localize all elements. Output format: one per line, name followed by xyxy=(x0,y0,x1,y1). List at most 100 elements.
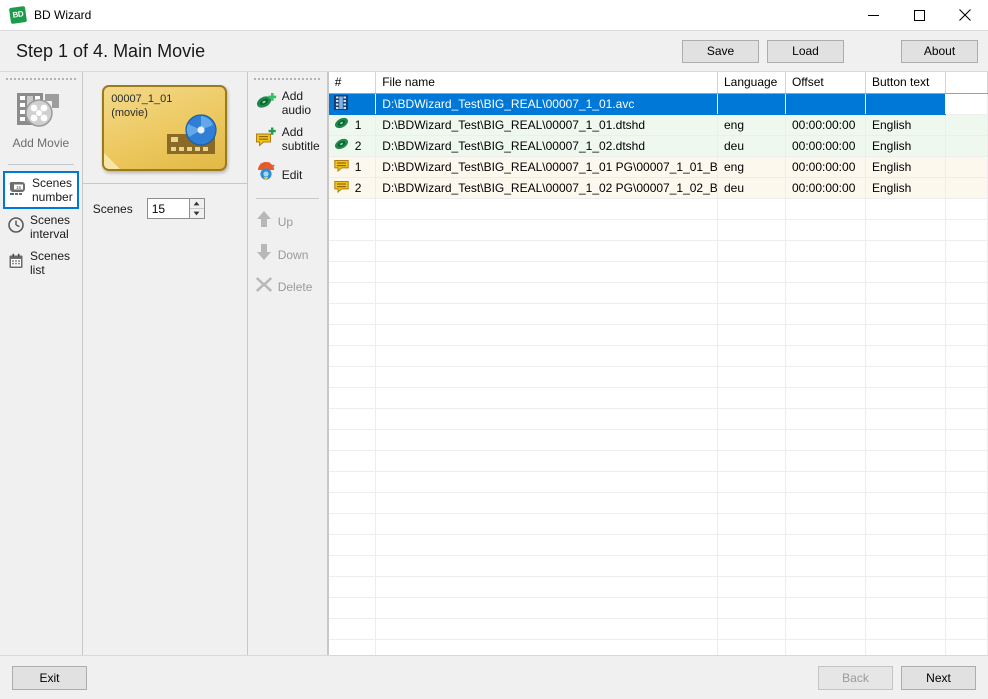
tracks-table[interactable]: # File name Language Offset Button text … xyxy=(328,72,988,655)
column-header-offset[interactable]: Offset xyxy=(785,72,865,93)
close-icon[interactable] xyxy=(942,0,988,31)
edit-button[interactable]: Edit xyxy=(251,158,324,191)
add-subtitle-button[interactable]: Addsubtitle xyxy=(251,122,324,156)
column-header-filename[interactable]: File name xyxy=(376,72,718,93)
cell-empty xyxy=(717,492,785,513)
cell-empty xyxy=(717,639,785,655)
scenes-input[interactable] xyxy=(148,199,189,218)
title-bar: BD BD Wizard xyxy=(0,0,988,31)
edit-label: Edit xyxy=(282,168,303,182)
table-row-empty[interactable] xyxy=(329,261,988,282)
cell-empty xyxy=(865,198,945,219)
cell-empty xyxy=(329,240,376,261)
row-index: 2 xyxy=(355,139,362,153)
delete-button[interactable]: Delete xyxy=(251,272,324,301)
track-toolbar: Addaudio Addsubtitle xyxy=(248,72,328,655)
cell-empty xyxy=(717,408,785,429)
cell-empty xyxy=(785,618,865,639)
cell-empty xyxy=(329,576,376,597)
cell-empty xyxy=(376,261,718,282)
table-row-empty[interactable] xyxy=(329,429,988,450)
cell-empty xyxy=(785,408,865,429)
cell-empty xyxy=(945,324,987,345)
minimize-icon[interactable] xyxy=(850,0,896,31)
cell-empty xyxy=(785,639,865,655)
cell-empty xyxy=(785,366,865,387)
cell-button-text: English xyxy=(865,177,945,198)
scenes-stepper[interactable] xyxy=(147,198,205,219)
column-header-button-text[interactable]: Button text xyxy=(865,72,945,93)
cell-empty xyxy=(717,324,785,345)
cell-empty xyxy=(785,429,865,450)
column-header-language[interactable]: Language xyxy=(717,72,785,93)
table-row-empty[interactable] xyxy=(329,513,988,534)
load-button[interactable]: Load xyxy=(767,40,844,63)
cell-empty xyxy=(329,366,376,387)
cell-empty xyxy=(329,345,376,366)
toolbar-grip[interactable] xyxy=(254,75,321,83)
toolbar-grip[interactable] xyxy=(6,75,76,83)
table-row[interactable]: 1D:\BDWizard_Test\BIG_REAL\00007_1_01 PG… xyxy=(329,156,988,177)
cell-empty xyxy=(945,345,987,366)
table-row-empty[interactable] xyxy=(329,219,988,240)
table-row-empty[interactable] xyxy=(329,450,988,471)
table-row-empty[interactable] xyxy=(329,597,988,618)
bd-logo-text: BD xyxy=(12,10,24,19)
sidebar-item-scenes-number[interactable]: 15 Scenesnumber xyxy=(4,172,78,208)
stepper-up-button[interactable] xyxy=(190,199,204,209)
table-row-empty[interactable] xyxy=(329,408,988,429)
table-row-empty[interactable] xyxy=(329,387,988,408)
table-row-empty[interactable] xyxy=(329,534,988,555)
table-row-empty[interactable] xyxy=(329,366,988,387)
table-row-empty[interactable] xyxy=(329,198,988,219)
table-row[interactable]: 1D:\BDWizard_Test\BIG_REAL\00007_1_01.dt… xyxy=(329,114,988,135)
cell-empty xyxy=(329,513,376,534)
back-button[interactable]: Back xyxy=(818,666,893,690)
table-row[interactable]: 2D:\BDWizard_Test\BIG_REAL\00007_1_02 PG… xyxy=(329,177,988,198)
add-movie-button[interactable]: Add Movie xyxy=(0,85,82,158)
table-row-empty[interactable] xyxy=(329,345,988,366)
sidebar-item-scenes-list[interactable]: Sceneslist xyxy=(3,246,79,280)
next-button[interactable]: Next xyxy=(901,666,976,690)
table-row-empty[interactable] xyxy=(329,618,988,639)
svg-text:15: 15 xyxy=(16,184,22,189)
cell-empty xyxy=(785,240,865,261)
move-down-button[interactable]: Down xyxy=(251,239,324,270)
table-row-empty[interactable] xyxy=(329,555,988,576)
scenes-label: Scenes xyxy=(93,202,133,216)
table-row[interactable]: 2D:\BDWizard_Test\BIG_REAL\00007_1_02.dt… xyxy=(329,135,988,156)
table-row-empty[interactable] xyxy=(329,303,988,324)
cell-empty xyxy=(945,303,987,324)
cell-empty xyxy=(865,576,945,597)
table-row-empty[interactable] xyxy=(329,282,988,303)
cell-empty xyxy=(785,261,865,282)
save-button[interactable]: Save xyxy=(682,40,759,63)
cell-empty xyxy=(865,534,945,555)
exit-button[interactable]: Exit xyxy=(12,666,87,690)
column-header-spacer[interactable] xyxy=(945,72,987,93)
table-row-empty[interactable] xyxy=(329,576,988,597)
table-row-empty[interactable] xyxy=(329,471,988,492)
sidebar-item-label: Scenesinterval xyxy=(30,213,70,241)
cell-empty xyxy=(717,282,785,303)
cell-index: 1 xyxy=(329,156,376,177)
sidebar-item-scenes-interval[interactable]: Scenesinterval xyxy=(3,210,79,244)
scenes-number-icon: 15 xyxy=(9,179,27,202)
add-audio-button[interactable]: Addaudio xyxy=(251,86,324,120)
table-row-empty[interactable] xyxy=(329,639,988,655)
column-header-index[interactable]: # xyxy=(329,72,376,93)
table-row-empty[interactable] xyxy=(329,240,988,261)
about-button[interactable]: About xyxy=(901,40,978,63)
move-up-button[interactable]: Up xyxy=(251,206,324,237)
cell-empty xyxy=(945,450,987,471)
cell-empty xyxy=(376,492,718,513)
table-row-empty[interactable] xyxy=(329,324,988,345)
cell-empty xyxy=(865,324,945,345)
cell-empty xyxy=(376,639,718,655)
table-row-empty[interactable] xyxy=(329,492,988,513)
stepper-down-button[interactable] xyxy=(190,209,204,219)
maximize-icon[interactable] xyxy=(896,0,942,31)
table-row[interactable]: D:\BDWizard_Test\BIG_REAL\00007_1_01.avc xyxy=(329,93,988,114)
left-toolbar: Add Movie 15 Scenesnumber xyxy=(0,72,83,655)
movie-card[interactable]: 00007_1_01 (movie) xyxy=(102,85,227,171)
